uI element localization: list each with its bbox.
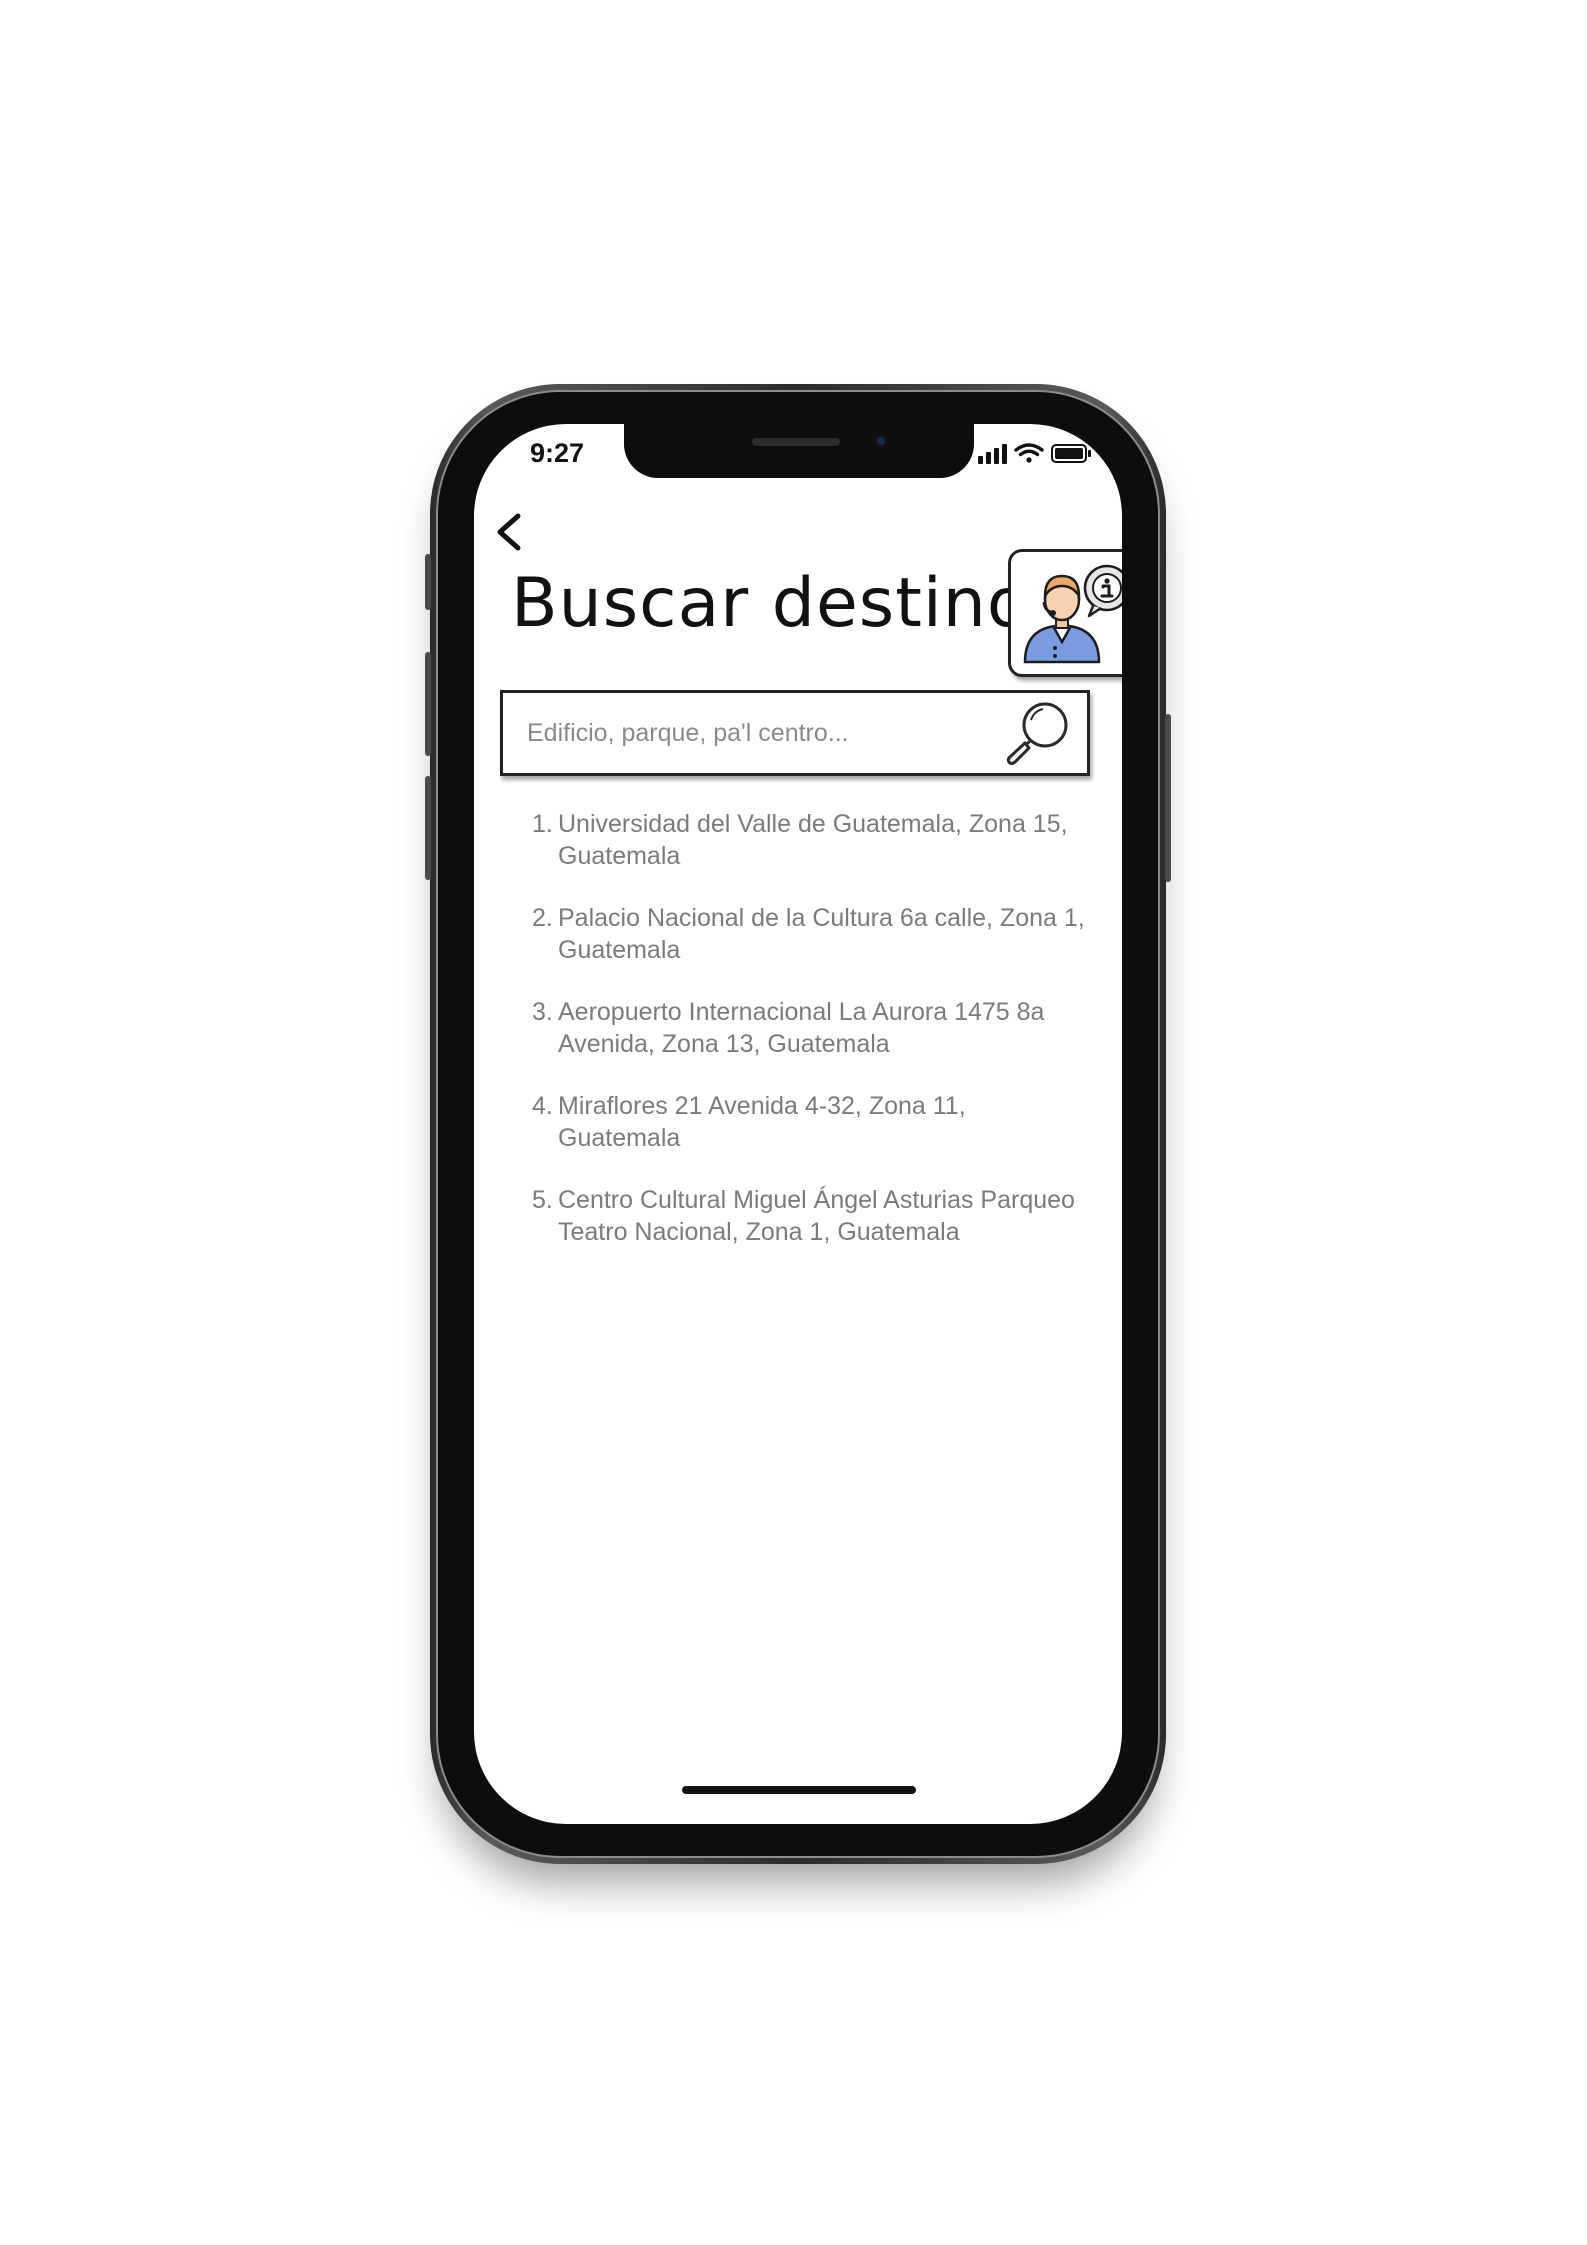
- search-box: [500, 690, 1090, 776]
- page-title: Buscar destino: [511, 564, 1030, 643]
- signal-icon: [978, 444, 1007, 464]
- result-address: Palacio Nacional de la Cultura 6a calle,…: [558, 904, 1085, 964]
- list-item[interactable]: 2. Palacio Nacional de la Cultura 6a cal…: [532, 902, 1092, 966]
- battery-icon: [1051, 444, 1091, 463]
- screen: 9:27 Buscar destino Edificio, parque, pa…: [474, 424, 1122, 1824]
- silent-switch: [425, 554, 431, 610]
- chevron-left-icon: [497, 513, 521, 551]
- result-number: 1.: [532, 810, 553, 838]
- search-button[interactable]: [1003, 699, 1073, 769]
- back-button[interactable]: [484, 504, 534, 560]
- status-time: 9:27: [530, 438, 585, 468]
- result-number: 2.: [532, 904, 553, 932]
- home-indicator[interactable]: [682, 1786, 916, 1794]
- notch: [624, 424, 974, 478]
- result-address: Miraflores 21 Avenida 4-32, Zona 11, Gua…: [558, 1092, 966, 1152]
- result-number: 5.: [532, 1186, 553, 1214]
- assistant-help-button[interactable]: [1008, 549, 1122, 677]
- result-address: Aeropuerto Internacional La Aurora 1475 …: [558, 998, 1045, 1058]
- list-item[interactable]: 4. Miraflores 21 Avenida 4-32, Zona 11, …: [532, 1090, 1092, 1154]
- list-item[interactable]: 5. Centro Cultural Miguel Ángel Asturias…: [532, 1184, 1092, 1248]
- results-list: 1. Universidad del Valle de Guatemala, Z…: [532, 808, 1092, 1278]
- status-icons: [976, 438, 1096, 468]
- volume-up-button: [425, 652, 431, 756]
- result-address: Universidad del Valle de Guatemala, Zona…: [558, 810, 1068, 870]
- result-address: Centro Cultural Miguel Ángel Asturias Pa…: [558, 1186, 1075, 1246]
- power-button: [1165, 714, 1171, 882]
- assistant-info-icon: [1023, 564, 1122, 664]
- list-item[interactable]: 3. Aeropuerto Internacional La Aurora 14…: [532, 996, 1092, 1060]
- search-input[interactable]: [527, 711, 987, 755]
- phone-frame: 9:27 Buscar destino Edificio, parque, pa…: [425, 384, 1171, 1864]
- front-camera: [874, 434, 888, 448]
- result-number: 3.: [532, 998, 553, 1026]
- list-item[interactable]: 1. Universidad del Valle de Guatemala, Z…: [532, 808, 1092, 872]
- result-number: 4.: [532, 1092, 553, 1120]
- speaker-grille: [752, 438, 840, 446]
- wifi-icon: [1014, 443, 1044, 463]
- volume-down-button: [425, 776, 431, 880]
- magnifier-icon: [1006, 702, 1068, 765]
